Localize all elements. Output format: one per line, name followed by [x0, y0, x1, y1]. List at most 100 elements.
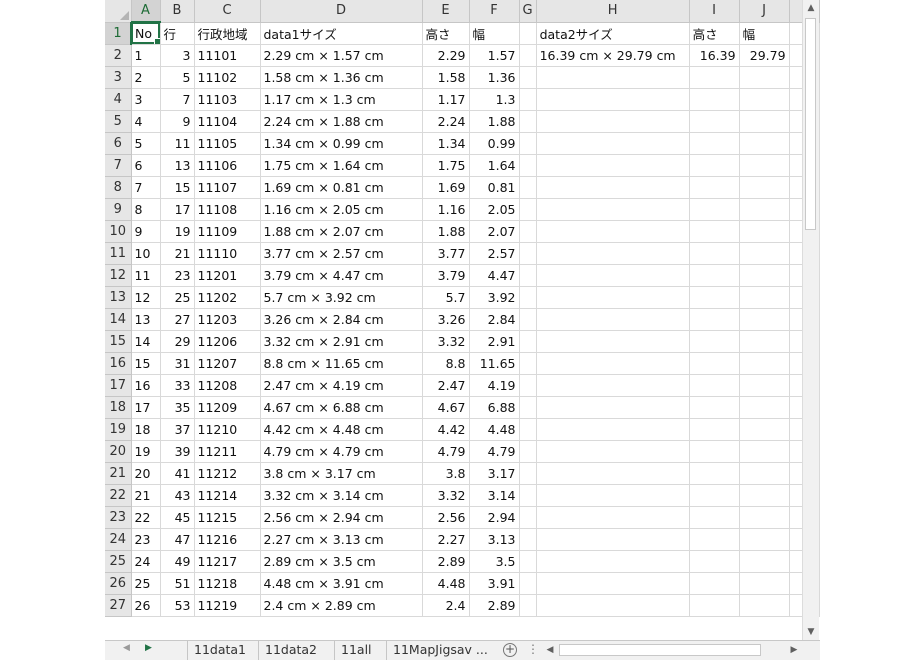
cell-h[interactable]: 16.39 cm × 29.79 cm — [536, 44, 690, 67]
vertical-ellipsis-icon[interactable]: ⋮ — [527, 642, 539, 656]
cell-row[interactable]: 39 — [160, 440, 195, 463]
scroll-left-icon[interactable]: ◀ — [543, 642, 557, 658]
column-header-j[interactable]: J — [739, 0, 790, 23]
cell-h[interactable] — [536, 110, 690, 133]
cell-h1[interactable]: data2サイズ — [536, 22, 690, 45]
cell-code[interactable]: 11218 — [194, 572, 261, 595]
cell-no[interactable]: 20 — [131, 462, 161, 485]
cell-g[interactable] — [519, 462, 537, 485]
cell-w[interactable]: 2.05 — [469, 198, 520, 221]
cell-no[interactable]: 2 — [131, 66, 161, 89]
cell-i[interactable] — [689, 220, 740, 243]
cell-size[interactable]: 1.16 cm × 2.05 cm — [260, 198, 423, 221]
cell-j[interactable] — [739, 308, 790, 331]
cell-code[interactable]: 11109 — [194, 220, 261, 243]
cell-size[interactable]: 2.89 cm × 3.5 cm — [260, 550, 423, 573]
cell-size[interactable]: 4.79 cm × 4.79 cm — [260, 440, 423, 463]
cell-g[interactable] — [519, 550, 537, 573]
cell-c1[interactable]: 行政地域 — [194, 22, 261, 45]
triangle-right-icon[interactable]: ▶ — [145, 643, 152, 653]
cell-no[interactable]: 10 — [131, 242, 161, 265]
cell-size[interactable]: 4.48 cm × 3.91 cm — [260, 572, 423, 595]
cell-i[interactable] — [689, 572, 740, 595]
cell-j[interactable] — [739, 330, 790, 353]
cell-h[interactable] — [536, 550, 690, 573]
cell-code[interactable]: 11107 — [194, 176, 261, 199]
cell-j[interactable] — [739, 484, 790, 507]
cell-g[interactable] — [519, 572, 537, 595]
cell-h[interactable] — [536, 154, 690, 177]
cell-i[interactable] — [689, 66, 740, 89]
cell-g[interactable] — [519, 594, 537, 617]
cell-w[interactable]: 2.89 — [469, 594, 520, 617]
cell-h[interactable]: 1.34 — [422, 132, 470, 155]
cell-i[interactable] — [689, 330, 740, 353]
cell-g[interactable] — [519, 198, 537, 221]
row-header[interactable]: 2 — [105, 44, 132, 67]
cell-no[interactable]: 26 — [131, 594, 161, 617]
cell-row[interactable]: 29 — [160, 330, 195, 353]
row-header[interactable]: 20 — [105, 440, 132, 463]
cell-i1[interactable]: 高さ — [689, 22, 740, 45]
cell-no[interactable]: 18 — [131, 418, 161, 441]
cell-no[interactable]: 4 — [131, 110, 161, 133]
cell-h[interactable] — [536, 264, 690, 287]
cell-h[interactable] — [536, 506, 690, 529]
cell-g[interactable] — [519, 176, 537, 199]
cell-code[interactable]: 11210 — [194, 418, 261, 441]
cell-w[interactable]: 0.99 — [469, 132, 520, 155]
cell-i[interactable] — [689, 264, 740, 287]
cell-h[interactable] — [536, 528, 690, 551]
cell-size[interactable]: 1.34 cm × 0.99 cm — [260, 132, 423, 155]
cell-h[interactable] — [536, 572, 690, 595]
cell-size[interactable]: 3.26 cm × 2.84 cm — [260, 308, 423, 331]
cell-size[interactable]: 2.47 cm × 4.19 cm — [260, 374, 423, 397]
cell-i[interactable] — [689, 506, 740, 529]
cell-h[interactable]: 8.8 — [422, 352, 470, 375]
cell-i[interactable] — [689, 528, 740, 551]
cell-h[interactable]: 1.16 — [422, 198, 470, 221]
cell-code[interactable]: 11212 — [194, 462, 261, 485]
cell-j[interactable] — [739, 176, 790, 199]
cell-j[interactable] — [739, 594, 790, 617]
cell-row[interactable]: 15 — [160, 176, 195, 199]
cell-size[interactable]: 3.79 cm × 4.47 cm — [260, 264, 423, 287]
cell-no[interactable]: 14 — [131, 330, 161, 353]
cell-i[interactable] — [689, 550, 740, 573]
cell-i[interactable] — [689, 88, 740, 111]
cell-h[interactable]: 1.88 — [422, 220, 470, 243]
cell-j[interactable] — [739, 506, 790, 529]
cell-row[interactable]: 13 — [160, 154, 195, 177]
cell-code[interactable]: 11216 — [194, 528, 261, 551]
cell-h[interactable] — [536, 220, 690, 243]
cell-g[interactable] — [519, 484, 537, 507]
row-header[interactable]: 19 — [105, 418, 132, 441]
cell-h[interactable]: 2.4 — [422, 594, 470, 617]
cell-h[interactable] — [536, 462, 690, 485]
row-header[interactable]: 9 — [105, 198, 132, 221]
cell-no[interactable]: 1 — [131, 44, 161, 67]
cell-g[interactable] — [519, 330, 537, 353]
cell-w[interactable]: 3.17 — [469, 462, 520, 485]
cell-w[interactable]: 1.57 — [469, 44, 520, 67]
cell-code[interactable]: 11207 — [194, 352, 261, 375]
cell-code[interactable]: 11102 — [194, 66, 261, 89]
cell-h[interactable]: 3.26 — [422, 308, 470, 331]
cell-j[interactable] — [739, 528, 790, 551]
cell-code[interactable]: 11208 — [194, 374, 261, 397]
cell-w[interactable]: 3.14 — [469, 484, 520, 507]
select-all-button[interactable] — [105, 0, 132, 23]
cell-no[interactable]: 15 — [131, 352, 161, 375]
row-header[interactable]: 26 — [105, 572, 132, 595]
cell-j[interactable] — [739, 418, 790, 441]
cell-g[interactable] — [519, 528, 537, 551]
cell-row[interactable]: 27 — [160, 308, 195, 331]
cell-w[interactable]: 2.84 — [469, 308, 520, 331]
cell-g[interactable] — [519, 88, 537, 111]
cell-no[interactable]: 6 — [131, 154, 161, 177]
cell-j[interactable] — [739, 110, 790, 133]
cell-h[interactable] — [536, 308, 690, 331]
row-header[interactable]: 27 — [105, 594, 132, 617]
row-header[interactable]: 8 — [105, 176, 132, 199]
cell-code[interactable]: 11104 — [194, 110, 261, 133]
